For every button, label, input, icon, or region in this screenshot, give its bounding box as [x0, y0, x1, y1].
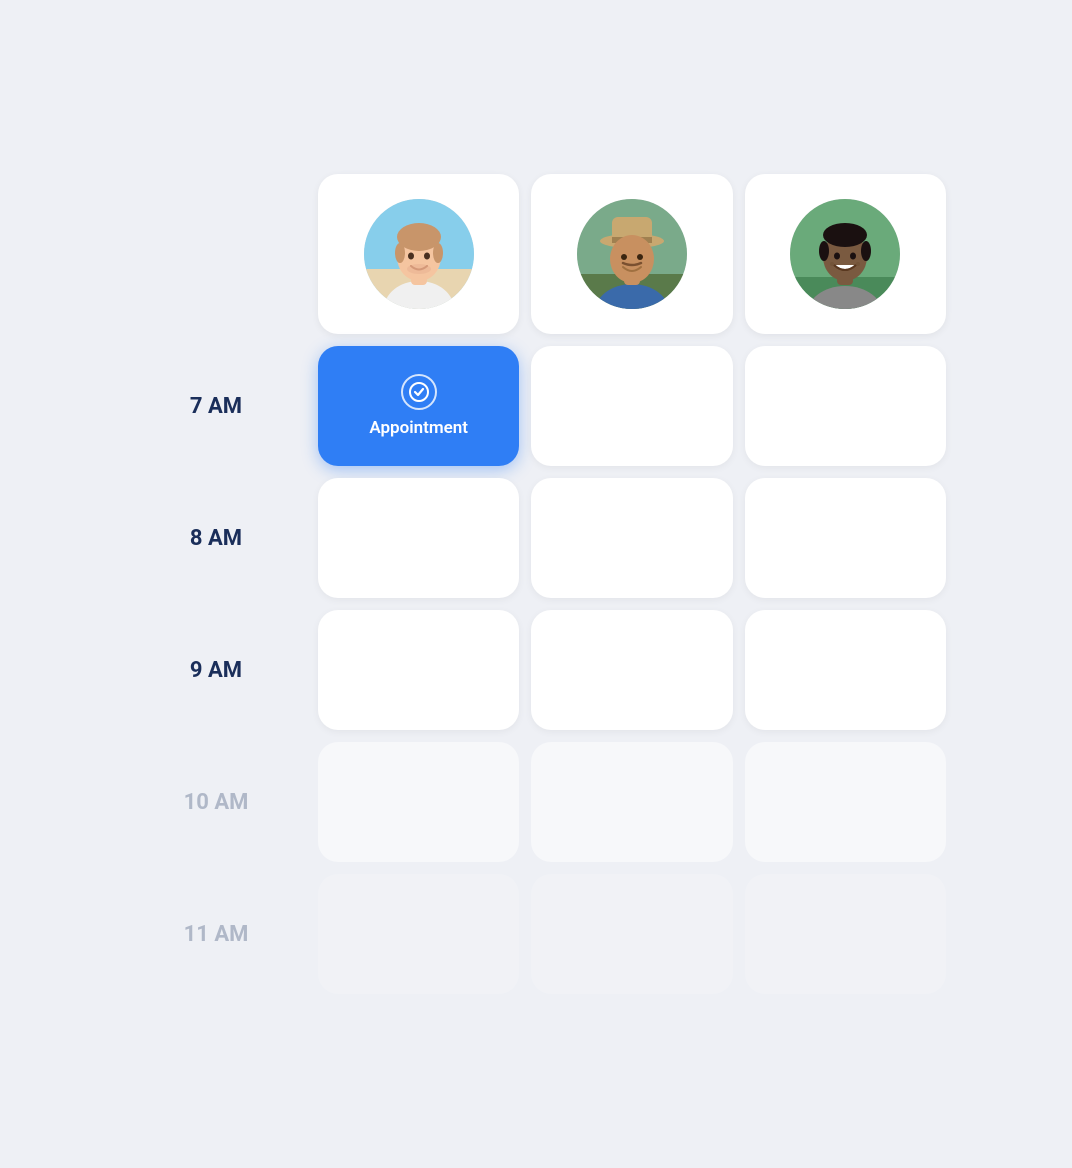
time-label-7am: 7 AM — [190, 394, 242, 419]
slot-10am-col1[interactable] — [318, 742, 519, 862]
avatar-cell-2[interactable] — [531, 174, 732, 334]
avatar-2 — [577, 199, 687, 309]
avatar-3 — [790, 199, 900, 309]
time-cell-11am: 11 AM — [126, 874, 306, 994]
appointment-slot[interactable]: Appointment — [318, 346, 519, 466]
slot-7am-col3[interactable] — [745, 346, 946, 466]
avatar-cell-3[interactable] — [745, 174, 946, 334]
slot-8am-col3[interactable] — [745, 478, 946, 598]
time-cell-8am: 8 AM — [126, 478, 306, 598]
slot-11am-col3[interactable] — [745, 874, 946, 994]
time-label-9am: 9 AM — [190, 658, 242, 683]
slot-11am-col2[interactable] — [531, 874, 732, 994]
appointment-label: Appointment — [369, 418, 468, 438]
avatar-1 — [364, 199, 474, 309]
slot-8am-col1[interactable] — [318, 478, 519, 598]
time-label-11am: 11 AM — [184, 922, 249, 947]
calendar-container: 7 AM Appointment 8 AM 9 AM — [86, 134, 986, 1034]
time-label-8am: 8 AM — [190, 526, 242, 551]
time-cell-10am: 10 AM — [126, 742, 306, 862]
time-label-10am: 10 AM — [184, 790, 249, 815]
slot-7am-col2[interactable] — [531, 346, 732, 466]
slot-11am-col1[interactable] — [318, 874, 519, 994]
slot-8am-col2[interactable] — [531, 478, 732, 598]
slot-9am-col1[interactable] — [318, 610, 519, 730]
slot-9am-col3[interactable] — [745, 610, 946, 730]
slot-10am-col2[interactable] — [531, 742, 732, 862]
slot-10am-col3[interactable] — [745, 742, 946, 862]
slot-9am-col2[interactable] — [531, 610, 732, 730]
header-time-cell — [126, 174, 306, 334]
time-cell-7am: 7 AM — [126, 346, 306, 466]
calendar-grid: 7 AM Appointment 8 AM 9 AM — [126, 174, 946, 994]
avatar-cell-1[interactable] — [318, 174, 519, 334]
appointment-check-icon — [401, 374, 437, 410]
time-cell-9am: 9 AM — [126, 610, 306, 730]
